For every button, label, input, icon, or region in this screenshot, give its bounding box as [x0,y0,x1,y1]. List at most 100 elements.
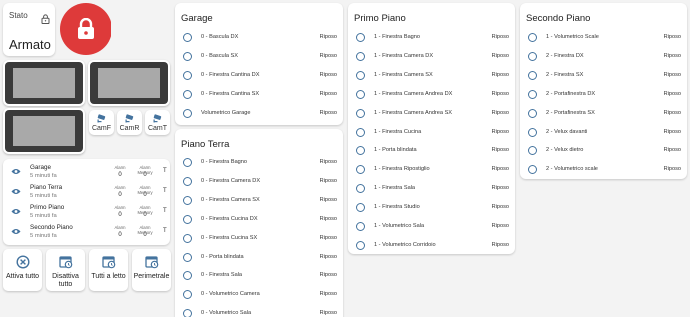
sensor-radio[interactable] [183,309,192,317]
attiva-tutto-button[interactable]: Attiva tutto [3,249,42,291]
sensor-radio[interactable] [356,108,365,118]
sensor-radio[interactable] [183,290,192,300]
sensor-row[interactable]: 1 - Finestra Studio Riposo [348,199,515,217]
sensor-state: Riposo [319,159,337,165]
sensor-radio[interactable] [356,51,365,61]
action-label: Perimetrale [133,273,170,280]
sensor-name: 1 - Finestra Camera Andrea DX [374,90,453,97]
zone-row[interactable]: Primo Piano 5 minuti fa Alarm Alarm Memo… [3,203,170,223]
sensor-row[interactable]: 1 - Finestra Camera DX Riposo [348,48,515,66]
sensor-row[interactable]: 0 - Finestra Cucina SX Riposo [175,230,343,248]
sensor-name: 1 - Volumetrico Scale [546,34,599,40]
alarm-lock-button[interactable] [57,3,111,56]
camera-button[interactable]: CamF [89,110,114,135]
sensor-row[interactable]: 0 - Volumetrico Sala Riposo [175,305,343,317]
camera-button[interactable]: CamT [145,110,170,135]
sensor-radio[interactable] [183,70,192,80]
zone-row[interactable]: Garage 5 minuti fa Alarm Alarm Memory 0 … [3,163,170,183]
sensor-state: Riposo [319,34,337,40]
camera-feed[interactable] [3,108,85,154]
sensor-row[interactable]: 0 - Finestra Camera SX Riposo [175,192,343,210]
sensor-row[interactable]: 2 - Velux davanti Riposo [520,124,687,142]
sensor-radio[interactable] [528,33,537,42]
sensor-row[interactable]: 0 - Finestra Cantina SX Riposo [175,86,343,104]
sensor-state: Riposo [663,34,681,40]
sensor-radio[interactable] [356,165,365,175]
sensor-row[interactable]: 0 - Bascula DX Riposo [175,29,343,47]
sensor-state: Riposo [319,272,337,279]
sensor-row[interactable]: 2 - Volumetrico scale Riposo [520,161,687,179]
zone-name: Primo Piano [30,204,65,211]
sensor-row[interactable]: 0 - Porta blindata Riposo [175,249,343,267]
zone-row[interactable]: Piano Terra 5 minuti fa Alarm Alarm Memo… [3,183,170,203]
sensor-row[interactable]: 1 - Volumetrico Corridoio Riposo [348,237,515,254]
camera-feed[interactable] [88,60,170,106]
sensor-row[interactable]: 0 - Finestra Bagno Riposo [175,154,343,172]
alarm-header: Alarm [114,185,126,190]
sensor-name: 2 - Velux dietro [546,147,584,154]
perimetrale-button[interactable]: Perimetrale [132,249,171,291]
sensor-radio[interactable] [528,70,537,80]
sensor-state: Riposo [491,128,509,135]
sensor-radio[interactable] [183,51,192,61]
sensor-row[interactable]: 1 - Finestra Ripostiglio Riposo [348,161,515,179]
tutti-a-letto-button[interactable]: Tutti a letto [89,249,128,291]
sensor-row[interactable]: 2 - Finestra SX Riposo [520,67,687,85]
sensor-row[interactable]: 0 - Volumetrico Camera Riposo [175,286,343,304]
sensor-radio[interactable] [528,89,537,99]
sensor-radio[interactable] [356,240,365,250]
sensor-radio[interactable] [528,108,537,118]
sensor-radio[interactable] [356,222,365,231]
zone-t: T [163,228,167,234]
status-card[interactable]: Stato Armato [3,3,55,56]
sensor-radio[interactable] [528,127,537,137]
sensor-row[interactable]: 1 - Finestra Camera Andrea SX Riposo [348,105,515,123]
sensor-row[interactable]: 1 - Volumetrico Sala Riposo [348,218,515,236]
sensor-radio[interactable] [183,233,192,243]
sensor-radio[interactable] [183,214,192,224]
sensor-radio[interactable] [183,108,192,118]
sensor-radio[interactable] [183,89,192,99]
sensor-row[interactable]: 1 - Porta blindata Riposo [348,142,515,160]
camera-feed[interactable] [3,60,85,106]
sensor-radio[interactable] [356,89,365,99]
disattiva-tutto-button[interactable]: Disattiva tutto [46,249,85,291]
sensor-row[interactable]: 0 - Finestra Cantina DX Riposo [175,67,343,85]
sensor-radio[interactable] [183,33,192,42]
sensor-row[interactable]: 0 - Finestra Cucina DX Riposo [175,211,343,229]
sensor-row[interactable]: 1 - Finestra Cucina Riposo [348,124,515,142]
sensor-radio[interactable] [356,70,365,80]
sensor-radio[interactable] [183,176,192,186]
sensor-row[interactable]: Volumetrico Garage Riposo [175,105,343,123]
sensor-radio[interactable] [528,165,537,175]
sensor-row[interactable]: 0 - Finestra Camera DX Riposo [175,173,343,191]
sensor-row[interactable]: 2 - Portafinestra DX Riposo [520,86,687,104]
sensor-row[interactable]: 1 - Volumetrico Scale Riposo [520,29,687,47]
sensor-row[interactable]: 2 - Portafinestra SX Riposo [520,105,687,123]
zone-row[interactable]: Secondo Piano 5 minuti fa Alarm Alarm Me… [3,223,170,243]
sensor-row[interactable]: 0 - Finestra Sala Riposo [175,267,343,285]
sensor-row[interactable]: 1 - Finestra Camera Andrea DX Riposo [348,86,515,104]
sensor-radio[interactable] [356,184,365,194]
sensor-radio[interactable] [183,195,192,205]
sensor-row[interactable]: 1 - Finestra Camera SX Riposo [348,67,515,85]
camera-button[interactable]: CamR [117,110,142,135]
sensor-radio[interactable] [183,252,192,262]
sensor-radio[interactable] [356,146,365,156]
sensor-row[interactable]: 2 - Velux dietro Riposo [520,142,687,160]
sensor-row[interactable]: 1 - Finestra Bagno Riposo [348,29,515,47]
sensor-radio[interactable] [356,33,365,42]
sensor-radio[interactable] [183,158,192,167]
garage-card: Garage 0 - Bascula DX Riposo 0 - Bascula S… [175,3,343,125]
sensor-radio[interactable] [528,51,537,61]
sensor-radio[interactable] [528,146,537,156]
sensor-state: Riposo [663,52,681,59]
sensor-row[interactable]: 1 - Finestra Sala Riposo [348,180,515,198]
sensor-radio[interactable] [356,203,365,213]
sensor-row[interactable]: 0 - Bascula SX Riposo [175,48,343,66]
close-circle-icon [16,255,30,269]
sensor-name: 0 - Bascula SX [201,52,238,59]
sensor-radio[interactable] [356,127,365,137]
sensor-radio[interactable] [183,271,192,281]
sensor-row[interactable]: 2 - Finestra DX Riposo [520,48,687,66]
